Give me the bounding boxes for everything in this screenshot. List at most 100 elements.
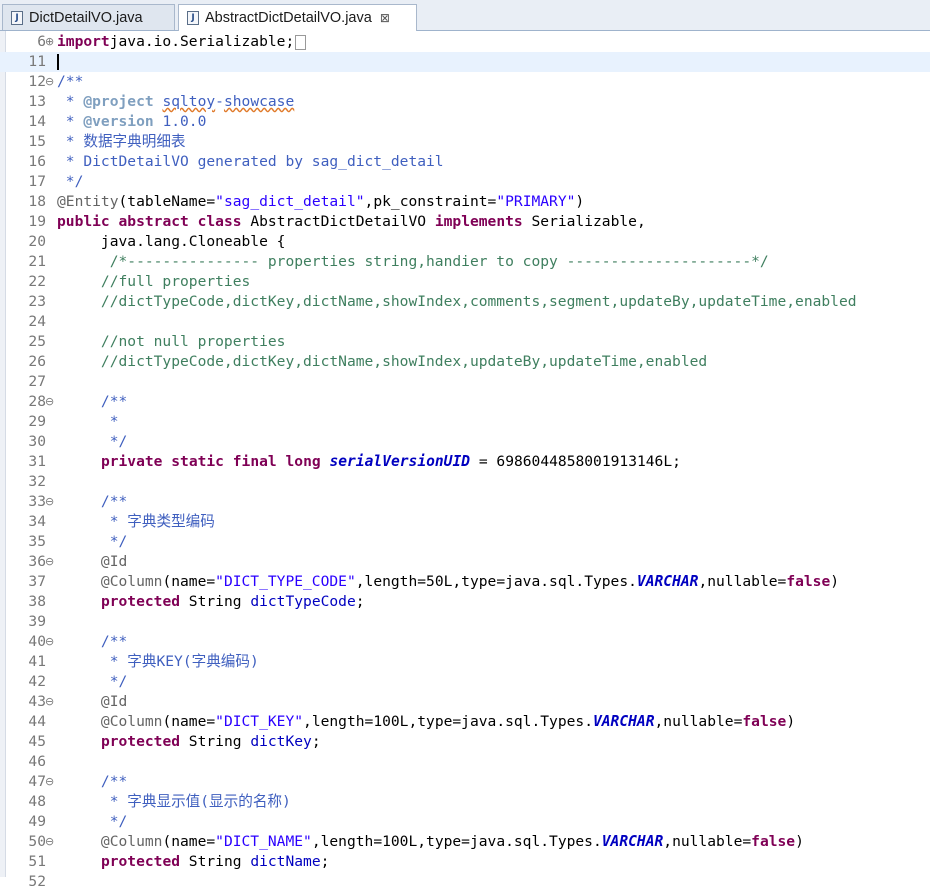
code-line[interactable]: 46 <box>0 752 930 772</box>
code-token: @Column <box>57 833 163 850</box>
code-line[interactable]: 19 public abstract class AbstractDictDeta… <box>0 212 930 232</box>
code-line[interactable]: 23 //dictTypeCode,dictKey,dictName,showI… <box>0 292 930 312</box>
line-number: 49 <box>28 813 46 830</box>
code-line[interactable]: 25 //not null properties <box>0 332 930 352</box>
code-text: * 数据字典明细表 <box>57 132 186 152</box>
code-line[interactable]: 35 */ <box>0 532 930 552</box>
line-number: 44 <box>28 713 46 730</box>
code-line[interactable]: 41 * 字典KEY(字典编码) <box>0 652 930 672</box>
code-token: * 字典KEY(字典编码) <box>57 653 259 670</box>
code-line[interactable]: 24 <box>0 312 930 332</box>
code-token: ; <box>311 733 321 750</box>
code-token: AbstractDictDetailVO <box>241 213 435 230</box>
code-text: @Column(name="DICT_KEY",length=100L,type… <box>57 712 795 732</box>
code-token: * <box>57 93 84 110</box>
code-line[interactable]: 45 protected String dictKey; <box>0 732 930 752</box>
collapse-fold-icon[interactable]: ⊖ <box>45 392 55 412</box>
line-number: 48 <box>28 793 46 810</box>
code-line[interactable]: 42 */ <box>0 672 930 692</box>
code-text: @Column(name="DICT_TYPE_CODE",length=50L… <box>57 572 839 592</box>
code-line[interactable]: 27 <box>0 372 930 392</box>
code-line[interactable]: 17 */ <box>0 172 930 192</box>
code-text: * <box>57 412 119 432</box>
code-token: public <box>57 213 110 230</box>
code-line[interactable]: 21 /*--------------- properties string,h… <box>0 252 930 272</box>
code-line[interactable]: 30 */ <box>0 432 930 452</box>
code-line[interactable]: 52 <box>0 872 930 892</box>
code-line[interactable]: 37 @Column(name="DICT_TYPE_CODE",length=… <box>0 572 930 592</box>
code-line[interactable]: 40 ⊖ /** <box>0 632 930 652</box>
code-line[interactable]: 20 java.lang.Cloneable { <box>0 232 930 252</box>
collapse-fold-icon[interactable]: ⊖ <box>45 772 55 792</box>
code-line[interactable]: 18 @Entity(tableName="sag_dict_detail",pk… <box>0 192 930 212</box>
line-number: 51 <box>28 853 46 870</box>
code-token: * <box>57 413 119 430</box>
code-line[interactable]: 22 //full properties <box>0 272 930 292</box>
code-token: VARCHAR <box>636 573 699 590</box>
code-text: //not null properties <box>57 332 286 352</box>
line-number: 47 <box>28 773 46 790</box>
code-token: @Column <box>57 713 163 730</box>
close-tab-icon[interactable]: ⊠ <box>380 11 390 25</box>
code-line[interactable]: 28 ⊖ /** <box>0 392 930 412</box>
code-line[interactable]: 33 ⊖ /** <box>0 492 930 512</box>
code-line[interactable]: 49 */ <box>0 812 930 832</box>
code-token: false <box>751 833 796 850</box>
code-text: * 字典KEY(字典编码) <box>57 652 259 672</box>
folded-imports-icon[interactable] <box>295 34 307 50</box>
code-line[interactable]: 11 <box>0 52 930 72</box>
code-line[interactable]: 16 * DictDetailVO generated by sag_dict_… <box>0 152 930 172</box>
line-number: 50 <box>28 833 46 850</box>
code-line[interactable]: 12 ⊖/** <box>0 72 930 92</box>
code-line[interactable]: 15 * 数据字典明细表 <box>0 132 930 152</box>
expand-fold-icon[interactable]: ⊕ <box>45 32 55 52</box>
code-token: "sag_dict_detail" <box>215 193 365 210</box>
code-text: @Column(name="DICT_NAME",length=100L,typ… <box>57 832 804 852</box>
line-number: 25 <box>28 333 46 350</box>
code-line[interactable]: 14 * @version 1.0.0 <box>0 112 930 132</box>
code-line[interactable]: 38 protected String dictTypeCode; <box>0 592 930 612</box>
code-editor[interactable]: 6 ⊕ importjava.io.Serializable; 11 12 ⊖/** 13 … <box>0 31 930 890</box>
code-line[interactable]: 48 * 字典显示值(显示的名称) <box>0 792 930 812</box>
code-token: /** <box>57 393 128 410</box>
collapse-fold-icon[interactable]: ⊖ <box>45 692 55 712</box>
code-line[interactable]: 31 private static final long serialVersi… <box>0 452 930 472</box>
line-number: 29 <box>28 413 46 430</box>
line-number: 43 <box>28 693 46 710</box>
code-line[interactable]: 50 ⊖ @Column(name="DICT_NAME",length=100L… <box>0 832 930 852</box>
code-token: @version <box>83 113 154 130</box>
line-number: 36 <box>28 553 46 570</box>
code-line[interactable]: 43 ⊖ @Id <box>0 692 930 712</box>
tab-abstractdictdetailvo[interactable]: J AbstractDictDetailVO.java ⊠ <box>178 4 417 31</box>
collapse-fold-icon[interactable]: ⊖ <box>45 492 55 512</box>
code-line[interactable]: 13 * @project sqltoy-showcase <box>0 92 930 112</box>
collapse-fold-icon[interactable]: ⊖ <box>45 72 55 92</box>
code-line[interactable]: 51 protected String dictName; <box>0 852 930 872</box>
code-line[interactable]: 34 * 字典类型编码 <box>0 512 930 532</box>
code-line[interactable]: 26 //dictTypeCode,dictKey,dictName,showI… <box>0 352 930 372</box>
code-token: (name= <box>162 573 216 590</box>
tab-dictdetailvo[interactable]: J DictDetailVO.java <box>2 4 175 30</box>
code-text: * 字典类型编码 <box>57 512 215 532</box>
line-number: 26 <box>28 353 46 370</box>
code-line[interactable]: 6 ⊕ importjava.io.Serializable; <box>0 32 930 52</box>
code-text: */ <box>57 432 128 452</box>
collapse-fold-icon[interactable]: ⊖ <box>45 832 55 852</box>
line-number: 45 <box>28 733 46 750</box>
collapse-fold-icon[interactable]: ⊖ <box>45 632 55 652</box>
line-number: 17 <box>28 173 46 190</box>
code-token: "DICT_NAME" <box>215 833 312 850</box>
line-number: 46 <box>28 753 46 770</box>
code-line[interactable]: 29 * <box>0 412 930 432</box>
code-line[interactable]: 39 <box>0 612 930 632</box>
code-line[interactable]: 32 <box>0 472 930 492</box>
code-line[interactable]: 47 ⊖ /** <box>0 772 930 792</box>
code-line[interactable]: 36 ⊖ @Id <box>0 552 930 572</box>
code-line[interactable]: 44 @Column(name="DICT_KEY",length=100L,t… <box>0 712 930 732</box>
code-token: "DICT_KEY" <box>215 713 304 730</box>
code-token: dictTypeCode <box>250 593 356 610</box>
collapse-fold-icon[interactable]: ⊖ <box>45 552 55 572</box>
code-text: */ <box>57 172 84 192</box>
code-text: @Id <box>57 552 127 572</box>
